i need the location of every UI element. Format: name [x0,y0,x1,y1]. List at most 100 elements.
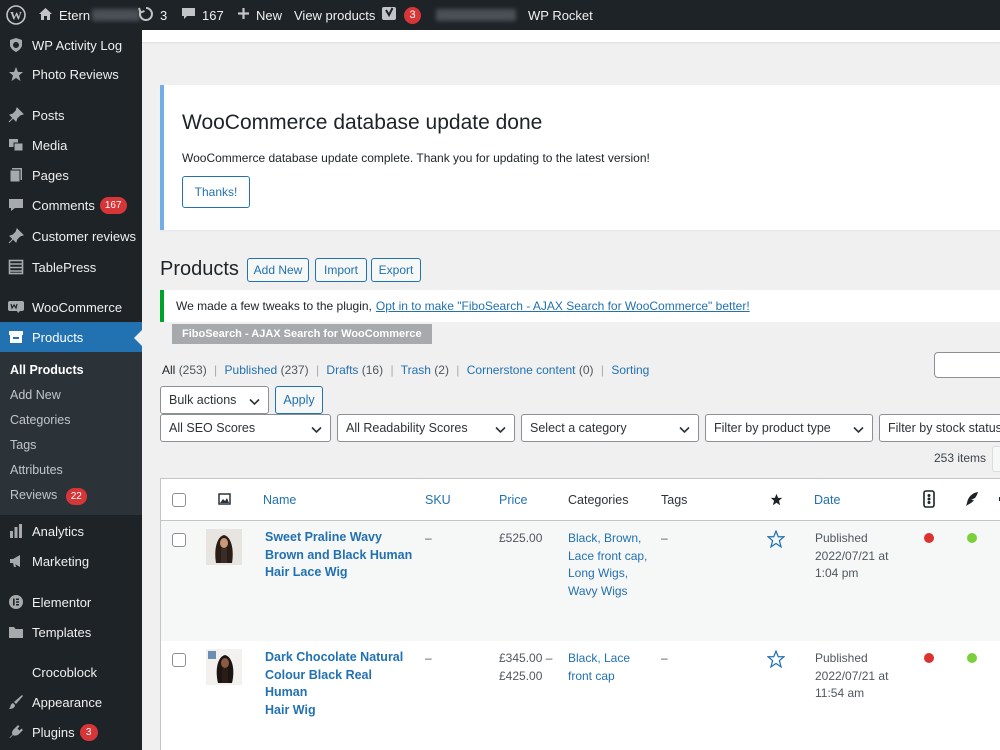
star-icon [0,66,32,82]
redacted-text [436,9,516,21]
menu-analytics[interactable]: Analytics [0,516,142,546]
product-name-link[interactable]: Dark Chocolate Natural Colour Black Real… [265,649,415,719]
image-icon [218,493,231,508]
fibosearch-tag: FiboSearch - AJAX Search for WooCommerce [172,324,432,344]
menu-wp-activity-log[interactable]: WP Activity Log [0,30,142,60]
readability-score-dot [967,533,977,543]
column-tags: Tags [661,493,688,507]
row-checkbox[interactable] [172,653,186,667]
comment-icon [0,198,32,213]
fibo-opt-in-link[interactable]: Opt in to make "FiboSearch - AJAX Search… [376,299,750,313]
menu-media[interactable]: Media [0,130,142,160]
menu-posts[interactable]: Posts [0,100,142,130]
view-trash[interactable]: Trash [401,363,431,377]
column-date[interactable]: Date [814,493,840,507]
thanks-button[interactable]: Thanks! [182,176,250,208]
product-thumbnail[interactable] [206,529,242,565]
product-name-link[interactable]: Sweet Praline Wavy Brown and Black Human… [265,529,415,582]
chevron-down-icon [853,423,864,437]
menu-plugins[interactable]: Plugins 3 [0,717,142,747]
fibo-notice-text: We made a few tweaks to the plugin, [176,299,372,313]
comments-badge: 167 [99,196,127,214]
pagination-button[interactable] [992,446,1000,472]
featured-star-icon[interactable] [770,493,783,509]
menu-customer-reviews[interactable]: Customer reviews [0,221,142,251]
categories-cell[interactable]: Black, Lace front cap [568,650,630,685]
product-thumbnail[interactable] [206,649,242,685]
pin-icon [0,228,32,244]
plug-icon [0,724,32,740]
elementor-icon [0,594,32,610]
featured-star-outline-icon[interactable] [766,649,786,671]
category-filter[interactable]: Select a category [521,414,699,442]
submenu-reviews[interactable]: Reviews 22 [10,488,87,505]
updates-link[interactable]: 3 [138,0,167,30]
price-cell: £525.00 [499,531,543,545]
column-price[interactable]: Price [499,493,527,507]
column-name[interactable]: Name [263,493,296,507]
woo-icon [0,300,32,314]
menu-comments[interactable]: Comments 167 [0,190,142,220]
search-input[interactable] [934,352,1000,378]
items-count: 253 items [934,451,987,465]
wp-rocket-menu[interactable]: WP Rocket [528,0,593,30]
menu-marketing[interactable]: Marketing [0,546,142,576]
menu-products[interactable]: Products [0,322,142,352]
seo-score-filter[interactable]: All SEO Scores [160,414,331,442]
view-all[interactable]: All [162,363,175,377]
admin-bar: W Etern 3 167 New View products 3 WP Roc… [0,0,1000,30]
chevron-down-icon [311,423,322,437]
menu-tablepress[interactable]: TablePress [0,252,142,282]
megaphone-icon [0,553,32,569]
view-products-link[interactable]: View products [294,0,375,30]
comments-link[interactable]: 167 [181,0,224,30]
chevron-down-icon [679,423,690,437]
export-button[interactable]: Export [371,258,421,282]
submenu-all-products[interactable]: All Products [10,363,84,377]
column-sku[interactable]: SKU [425,493,451,507]
new-content-link[interactable]: New [237,0,282,30]
select-all-checkbox[interactable] [172,493,186,507]
comment-icon [181,7,196,24]
view-drafts[interactable]: Drafts [326,363,358,377]
wp-rocket-label: WP Rocket [528,7,593,23]
column-categories: Categories [568,493,629,507]
fibosearch-notice: We made a few tweaks to the plugin, Opt … [160,290,1000,322]
seo-score-icon[interactable] [923,490,935,511]
menu-pages[interactable]: Pages [0,160,142,190]
menu-woocommerce[interactable]: WooCommerce [0,292,142,322]
menu-photo-reviews[interactable]: Photo Reviews [0,59,142,89]
view-cornerstone[interactable]: Cornerstone content [467,363,576,377]
products-submenu: All Products Add New Categories Tags Att… [0,352,142,515]
price-cell: £345.00 – £425.00 [499,651,553,683]
view-products-label: View products [294,7,376,23]
categories-cell[interactable]: Black, Brown, Lace front cap, Long Wigs,… [568,530,647,600]
site-name-link[interactable]: Etern [38,0,141,30]
submenu-add-new[interactable]: Add New [10,388,61,402]
page-title: Products [160,258,239,280]
submenu-categories[interactable]: Categories [10,413,70,427]
import-button[interactable]: Import [315,258,367,282]
view-sorting[interactable]: Sorting [611,363,649,377]
menu-elementor[interactable]: Elementor [0,587,142,617]
product-type-filter[interactable]: Filter by product type [705,414,873,442]
apply-button[interactable]: Apply [275,386,323,414]
readability-feather-icon[interactable] [964,491,980,510]
add-new-button[interactable]: Add New [247,258,309,282]
featured-star-outline-icon[interactable] [766,529,786,551]
readability-filter[interactable]: All Readability Scores [337,414,515,442]
yoast-menu[interactable]: 3 [381,0,421,30]
plugins-badge: 3 [79,723,98,741]
bulk-actions-select[interactable]: Bulk actions [160,386,269,414]
row-checkbox[interactable] [172,533,186,547]
submenu-tags[interactable]: Tags [10,438,36,452]
wordpress-logo-icon[interactable]: W [6,0,26,30]
submenu-attributes[interactable]: Attributes [10,463,63,477]
menu-templates[interactable]: Templates [0,617,142,647]
menu-crocoblock[interactable]: Crocoblock [0,657,142,687]
stock-status-filter[interactable]: Filter by stock status [879,414,1000,442]
redacted-text [92,9,141,21]
redacted-menu [436,0,516,30]
menu-appearance[interactable]: Appearance [0,687,142,717]
view-published[interactable]: Published [225,363,278,377]
